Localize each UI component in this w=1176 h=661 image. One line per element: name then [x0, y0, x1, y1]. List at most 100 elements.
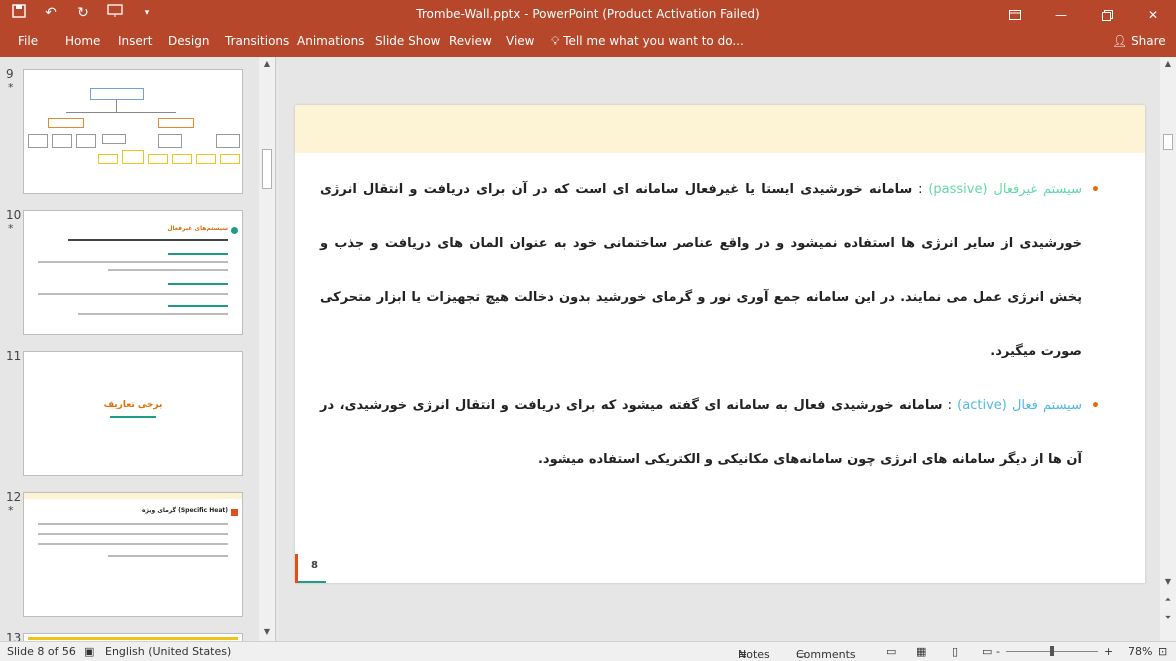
slide-sorter-icon[interactable]: ▦: [916, 645, 926, 658]
slide-thumbnails-pane: 9 * 10 * سیستم‌های غیرفعال 11 ب: [0, 57, 276, 641]
separator: :: [942, 398, 958, 413]
previous-slide-icon[interactable]: ⏶: [1160, 595, 1176, 609]
close-icon[interactable]: ✕: [1130, 0, 1176, 30]
text-line: [168, 253, 228, 255]
diagram-box: [220, 154, 240, 164]
scroll-up-icon[interactable]: ▲: [259, 59, 275, 73]
tell-me-label: Tell me what you want to do...: [563, 34, 744, 48]
zoom-out-button[interactable]: -: [996, 645, 1000, 658]
language-indicator[interactable]: English (United States): [105, 645, 231, 658]
current-slide[interactable]: • سیستم غیرفعال (passive) : سامانه خورشی…: [295, 105, 1145, 583]
diagram-box: [98, 154, 118, 164]
thumb-number: 12: [6, 490, 22, 504]
editor-scrollbar[interactable]: ▲ ▼ ⏶ ⏷: [1160, 57, 1176, 641]
text-line: [38, 543, 228, 545]
tab-file[interactable]: File: [18, 34, 38, 48]
diagram-box: [172, 154, 192, 164]
bullet-icon: [231, 509, 238, 516]
diagram-box: [122, 150, 144, 164]
ribbon-tabs: File Home Insert Design Transitions Anim…: [0, 30, 1176, 57]
diagram-box: [196, 154, 216, 164]
zoom-level[interactable]: 78%: [1128, 645, 1152, 658]
restore-icon[interactable]: [1084, 0, 1130, 30]
tab-home[interactable]: Home: [65, 34, 100, 48]
diagram-line: [116, 100, 117, 112]
scrollbar-thumb[interactable]: [262, 149, 272, 189]
footer-accent-bar: [295, 554, 298, 583]
tab-review[interactable]: Review: [449, 34, 492, 48]
paragraph-active: • سیستم فعال (active) : سامانه خورشیدی ف…: [320, 379, 1100, 487]
text-line: [108, 555, 228, 557]
tab-animations[interactable]: Animations: [297, 34, 364, 48]
thumbnails-scrollbar[interactable]: ▲ ▼: [259, 57, 275, 641]
tell-me-box[interactable]: 💡︎ Tell me what you want to do...: [551, 34, 744, 49]
reading-view-icon[interactable]: ▯: [952, 645, 958, 658]
text-line: [38, 523, 228, 525]
text-line: [168, 283, 228, 285]
slide-thumbnail-13[interactable]: [23, 633, 243, 641]
diagram-box: [102, 134, 126, 144]
status-bar: Slide 8 of 56 ▣ English (United States) …: [0, 641, 1176, 661]
tab-slide-show[interactable]: Slide Show: [375, 34, 440, 48]
zoom-in-button[interactable]: +: [1104, 645, 1113, 658]
thumb-number: 10: [6, 208, 22, 222]
window-controls: — ✕: [992, 0, 1176, 30]
next-slide-icon[interactable]: ⏷: [1160, 613, 1176, 627]
tab-design[interactable]: Design: [168, 34, 209, 48]
spellcheck-icon[interactable]: ▣: [84, 645, 94, 658]
diagram-box: [48, 118, 84, 128]
text-line: [38, 293, 228, 295]
comments-label: Comments: [796, 648, 856, 661]
header-band: [28, 637, 238, 640]
diagram-line: [66, 112, 176, 113]
separator: :: [912, 182, 929, 197]
notes-label: Notes: [738, 648, 770, 661]
minimize-icon[interactable]: —: [1038, 0, 1084, 30]
diagram-box: [158, 118, 194, 128]
text-line: [108, 269, 228, 271]
slide-thumbnail-10[interactable]: سیستم‌های غیرفعال: [23, 210, 243, 335]
slideshow-view-icon[interactable]: ▭: [982, 645, 992, 658]
thumb-number: 13: [6, 631, 22, 641]
diagram-box: [76, 134, 96, 148]
slide-editor: • سیستم غیرفعال (passive) : سامانه خورشی…: [277, 57, 1160, 641]
thumb-title: گرمای ویژه (Specific Heat): [141, 507, 228, 514]
bullet-icon: •: [1091, 398, 1100, 414]
term-active: سیستم فعال (active): [957, 398, 1082, 413]
title-underline: [110, 416, 156, 418]
slide-body-text[interactable]: • سیستم غیرفعال (passive) : سامانه خورشی…: [320, 175, 1100, 487]
zoom-slider-knob[interactable]: [1050, 646, 1054, 656]
scroll-down-icon[interactable]: ▼: [1160, 577, 1176, 591]
footer-accent-line: [298, 581, 326, 583]
slide-counter: Slide 8 of 56: [7, 645, 76, 658]
fit-slide-icon[interactable]: ⊡: [1158, 645, 1167, 658]
tab-transitions[interactable]: Transitions: [225, 34, 289, 48]
normal-view-icon[interactable]: ▭: [886, 645, 896, 658]
scroll-up-icon[interactable]: ▲: [1160, 59, 1176, 73]
paragraph-passive: • سیستم غیرفعال (passive) : سامانه خورشی…: [320, 163, 1100, 379]
bullet-icon: [231, 227, 238, 234]
tab-view[interactable]: View: [506, 34, 534, 48]
thumb-star: *: [8, 81, 14, 94]
slide-thumbnail-9[interactable]: [23, 69, 243, 194]
title-bar: ↶ ↻ ▾ Trombe-Wall.pptx - PowerPoint (Pro…: [0, 0, 1176, 30]
thumb-star: *: [8, 222, 14, 235]
slide-thumbnail-12[interactable]: گرمای ویژه (Specific Heat): [23, 492, 243, 617]
bullet-icon: •: [1091, 182, 1100, 198]
header-band: [24, 493, 242, 499]
thumb-title: سیستم‌های غیرفعال: [167, 225, 228, 232]
share-button[interactable]: 👤︎ Share: [1112, 34, 1166, 48]
ribbon-display-options-icon[interactable]: [992, 0, 1038, 30]
text-line: [38, 533, 228, 535]
diagram-box: [52, 134, 72, 148]
text-line: [78, 313, 228, 315]
scroll-down-icon[interactable]: ▼: [259, 627, 275, 641]
diagram-box: [158, 134, 182, 148]
slide-thumbnail-11[interactable]: برخی تعاریف: [23, 351, 243, 476]
scrollbar-thumb[interactable]: [1163, 134, 1173, 150]
text-line: [68, 239, 228, 241]
diagram-box: [90, 88, 144, 100]
tab-insert[interactable]: Insert: [118, 34, 152, 48]
thumb-number: 9: [6, 67, 14, 81]
text-line: [168, 305, 228, 307]
